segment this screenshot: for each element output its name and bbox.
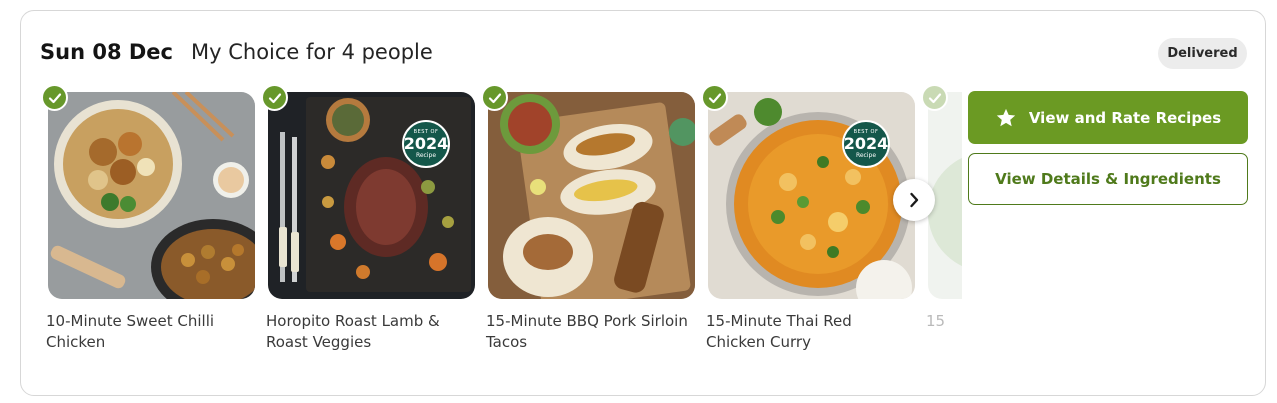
details-label: View Details & Ingredients	[995, 170, 1221, 188]
best-of-2024-badge: BEST OF 2024 Recipe	[842, 120, 890, 168]
recipe-name[interactable]: 15-Minute Thai Red Chicken Curry	[706, 311, 911, 353]
selected-check-icon	[701, 84, 728, 111]
recipe-name[interactable]: 15-Minute BBQ Pork Sirloin Tacos	[486, 311, 691, 353]
recipe-photo[interactable]	[488, 92, 695, 299]
recipe-photo[interactable]: BEST OF 2024 Recipe	[268, 92, 475, 299]
recipe-name[interactable]: 15	[926, 311, 962, 332]
recipe-photo[interactable]: BEST OF 2024 Recipe	[708, 92, 915, 299]
plan-title: My Choice for 4 people	[191, 40, 433, 64]
delivery-date: Sun 08 Dec	[40, 40, 173, 64]
selected-check-icon	[261, 84, 288, 111]
selected-check-icon	[921, 84, 948, 111]
status-badge: Delivered	[1158, 38, 1247, 69]
selected-check-icon	[41, 84, 68, 111]
selected-check-icon	[481, 84, 508, 111]
delivery-card: Sun 08 Dec My Choice for 4 people Delive…	[20, 10, 1266, 396]
recipe-carousel: 10-Minute Sweet Chilli Chicken BEST OF 2…	[41, 84, 962, 364]
carousel-next-button[interactable]	[893, 179, 935, 221]
view-and-rate-recipes-button[interactable]: View and Rate Recipes	[968, 91, 1248, 144]
chevron-right-icon	[910, 192, 919, 208]
star-icon	[996, 108, 1015, 126]
recipe-photo[interactable]	[48, 92, 255, 299]
best-of-2024-badge: BEST OF 2024 Recipe	[402, 120, 450, 168]
recipe-name[interactable]: Horopito Roast Lamb & Roast Veggies	[266, 311, 471, 353]
view-details-ingredients-button[interactable]: View Details & Ingredients	[968, 153, 1248, 205]
recipe-name[interactable]: 10-Minute Sweet Chilli Chicken	[46, 311, 251, 353]
rate-recipes-label: View and Rate Recipes	[1028, 108, 1222, 127]
